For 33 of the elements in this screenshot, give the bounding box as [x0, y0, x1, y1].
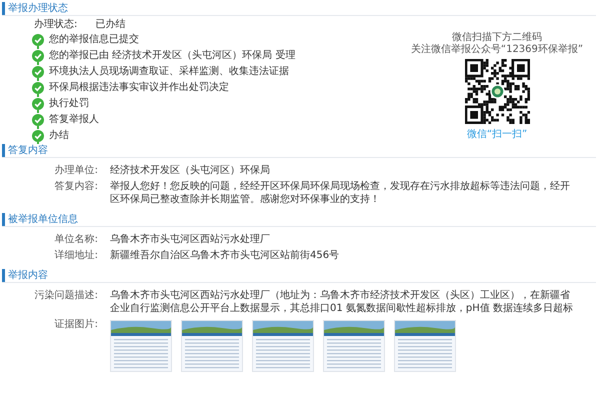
- field-value: 已办结: [95, 18, 126, 31]
- section-title: 答复内容: [2, 144, 48, 157]
- field-label: 单位名称:: [54, 233, 98, 246]
- step-text: 执行处罚: [49, 97, 89, 110]
- field-value: 经济技术开发区（头屯河区）环保局: [110, 164, 271, 177]
- field-label: 证据图片:: [54, 318, 98, 332]
- field-label: 办理状态:: [34, 18, 78, 31]
- step-text: 答复举报人: [49, 113, 99, 126]
- field-label: 详细地址:: [54, 249, 98, 262]
- field-value: 乌鲁木齐市头屯河区西站污水处理厂: [110, 233, 271, 246]
- thumbnail-image[interactable]: [181, 320, 243, 372]
- step-text: 环保局根据违法事实审议并作出处罚决定: [49, 81, 229, 94]
- section-title: 举报内容: [2, 269, 48, 282]
- field-value: 举报人您好！您反映的问题，经经开区环保局环保局现场检查，发现存在污水排放超标等违法问题，经开区环保局已整改查除并长期监管。感谢您对环保事业的支持！: [110, 180, 571, 206]
- field-label: 答复内容:: [54, 180, 98, 194]
- qr-caption: 微信扫描下方二维码: [452, 32, 542, 44]
- field-value: 新疆维吾尔自治区乌鲁木齐市头屯河区站前街456号: [110, 249, 340, 262]
- section-title: 举报办理状态: [2, 2, 68, 15]
- qr-code: [464, 59, 530, 124]
- qr-caption: 关注微信举报公众号“12369环保举报”: [410, 44, 584, 56]
- thumbnail-image[interactable]: [394, 320, 456, 372]
- thumbnail-image[interactable]: [252, 320, 314, 372]
- step-text: 您的举报信息已提交: [49, 33, 139, 46]
- step-text: 环境执法人员现场调查取证、采样监测、收集违法证据: [49, 65, 289, 78]
- section-title: 被举报单位信息: [2, 213, 78, 226]
- thumbnail-image[interactable]: [323, 320, 385, 372]
- step-text: 办结: [49, 129, 69, 142]
- thumbnail-image[interactable]: [110, 320, 172, 372]
- field-label: 办理单位:: [54, 164, 98, 177]
- qr-scan-label: 微信“扫一扫”: [466, 128, 528, 141]
- field-label: 污染问题描述:: [34, 289, 98, 303]
- step-text: 您的举报已由 经济技术开发区（头屯河区）环保局 受理: [49, 49, 296, 62]
- field-value: 乌鲁木齐市头屯河区西站污水处理厂（地址为：乌鲁木齐市经济技术开发区（头区）工业区），在新疆省企业自行监测信息公开平台上数据显示，其总排口01 氨氮数据间歇性超标排放，pH值 数据连续多日超标: [110, 289, 574, 315]
